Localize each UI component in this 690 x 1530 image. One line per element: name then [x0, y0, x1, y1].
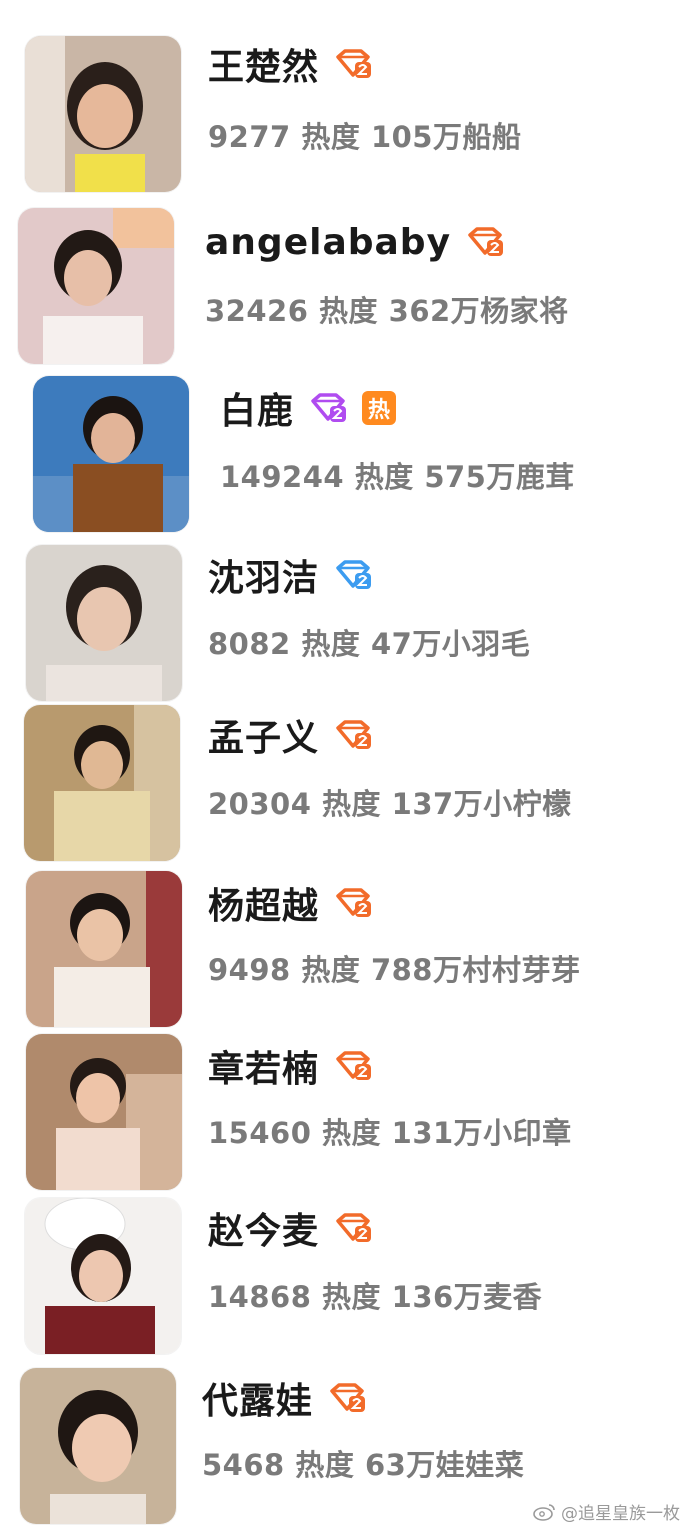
stats-line: 14868 热度 136万麦香	[208, 1274, 542, 1316]
diamond-badge-icon	[333, 1212, 373, 1244]
list-item[interactable]: 王楚然 9277 热度 105万船船	[0, 36, 690, 196]
heat-value: 149244	[220, 460, 345, 494]
stats-line: 149244 热度 575万鹿茸	[220, 454, 575, 496]
fans-value: 362万杨家将	[388, 294, 569, 328]
diamond-badge-icon	[333, 887, 373, 919]
avatar[interactable]	[20, 1368, 176, 1524]
heat-label: 热度	[322, 1116, 382, 1150]
heat-label: 热度	[301, 953, 361, 987]
diamond-badge-icon	[333, 48, 373, 80]
username[interactable]: 章若楠	[208, 1040, 319, 1092]
fans-value: 47万小羽毛	[370, 627, 531, 661]
name-line: 章若楠	[208, 1042, 373, 1090]
diamond-badge-icon	[333, 719, 373, 751]
username[interactable]: 白鹿	[220, 382, 294, 434]
hot-tag: 热	[362, 391, 397, 425]
heat-value: 20304	[208, 787, 312, 821]
heat-value: 9498	[208, 953, 291, 987]
heat-label: 热度	[322, 787, 382, 821]
list-item[interactable]: 沈羽洁 8082 热度 47万小羽毛	[0, 545, 690, 705]
stats-line: 8082 热度 47万小羽毛	[208, 621, 530, 663]
name-line: 白鹿 热	[220, 382, 397, 434]
heat-label: 热度	[322, 1280, 382, 1314]
name-line: angelababy	[205, 218, 505, 266]
name-line: 王楚然	[208, 40, 373, 88]
stats-line: 5468 热度 63万娃娃菜	[202, 1442, 524, 1484]
stats-line: 32426 热度 362万杨家将	[205, 288, 569, 330]
stats-line: 20304 热度 137万小柠檬	[208, 781, 572, 823]
watermark-text: @追星皇族一枚	[561, 1504, 680, 1524]
heat-value: 9277	[208, 120, 291, 154]
watermark: @追星皇族一枚	[533, 1499, 680, 1524]
heat-value: 15460	[208, 1116, 312, 1150]
weibo-icon	[533, 1502, 557, 1522]
username[interactable]: 王楚然	[208, 38, 319, 90]
diamond-badge-icon	[327, 1382, 367, 1414]
star-list: 王楚然 9277 热度 105万船船 angelababy 32426 热度 3…	[0, 0, 690, 1530]
list-item[interactable]: 章若楠 15460 热度 131万小印章	[0, 1034, 690, 1194]
name-line: 沈羽洁	[208, 551, 373, 599]
fans-value: 137万小柠檬	[391, 787, 572, 821]
heat-value: 14868	[208, 1280, 312, 1314]
fans-value: 105万船船	[370, 120, 522, 154]
heat-label: 热度	[354, 460, 414, 494]
username[interactable]: 杨超越	[208, 877, 319, 929]
list-item[interactable]: 杨超越 9498 热度 788万村村芽芽	[0, 871, 690, 1031]
avatar[interactable]	[33, 376, 189, 532]
heat-label: 热度	[295, 1448, 355, 1482]
username[interactable]: 代露娃	[202, 1372, 313, 1424]
avatar[interactable]	[25, 36, 181, 192]
avatar[interactable]	[25, 1198, 181, 1354]
heat-value: 32426	[205, 294, 309, 328]
avatar[interactable]	[26, 545, 182, 701]
list-item[interactable]: angelababy 32426 热度 362万杨家将	[0, 208, 690, 368]
avatar[interactable]	[18, 208, 174, 364]
avatar[interactable]	[26, 871, 182, 1027]
diamond-badge-icon	[308, 392, 348, 424]
diamond-badge-icon	[333, 559, 373, 591]
fans-value: 131万小印章	[391, 1116, 572, 1150]
name-line: 杨超越	[208, 879, 373, 927]
username[interactable]: 沈羽洁	[208, 549, 319, 601]
list-item[interactable]: 孟子义 20304 热度 137万小柠檬	[0, 705, 690, 865]
username[interactable]: 赵今麦	[208, 1202, 319, 1254]
heat-label: 热度	[301, 627, 361, 661]
avatar[interactable]	[24, 705, 180, 861]
fans-value: 63万娃娃菜	[364, 1448, 525, 1482]
fans-value: 788万村村芽芽	[370, 953, 581, 987]
diamond-badge-icon	[465, 226, 505, 258]
stats-line: 15460 热度 131万小印章	[208, 1110, 572, 1152]
fans-value: 136万麦香	[391, 1280, 543, 1314]
name-line: 赵今麦	[208, 1204, 373, 1252]
stats-line: 9498 热度 788万村村芽芽	[208, 947, 581, 989]
fans-value: 575万鹿茸	[424, 460, 575, 494]
heat-value: 5468	[202, 1448, 285, 1482]
heat-label: 热度	[319, 294, 379, 328]
heat-label: 热度	[301, 120, 361, 154]
diamond-badge-icon	[333, 1050, 373, 1082]
stats-line: 9277 热度 105万船船	[208, 114, 522, 156]
name-line: 代露娃	[202, 1374, 367, 1422]
username[interactable]: angelababy	[205, 222, 451, 263]
list-item[interactable]: 白鹿 热 149244 热度 575万鹿茸	[0, 376, 690, 536]
list-item[interactable]: 赵今麦 14868 热度 136万麦香	[0, 1198, 690, 1358]
avatar[interactable]	[26, 1034, 182, 1190]
heat-value: 8082	[208, 627, 291, 661]
name-line: 孟子义	[208, 711, 373, 759]
username[interactable]: 孟子义	[208, 709, 319, 761]
